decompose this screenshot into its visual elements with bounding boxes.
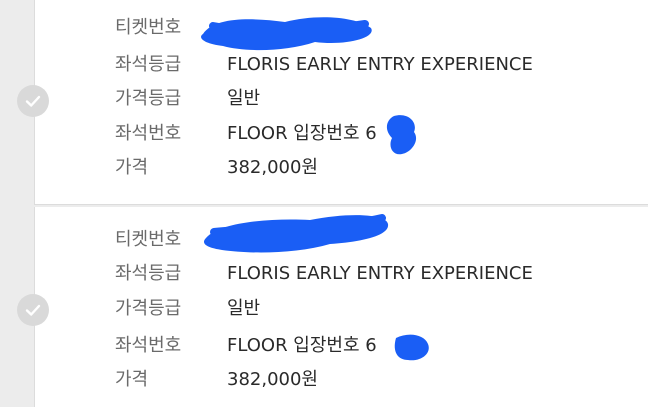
seat-number-label: 좌석번호 <box>115 335 182 356</box>
price-grade-label: 가격등급 <box>115 298 182 319</box>
price-value: 382,000원 <box>227 157 318 178</box>
check-icon <box>25 95 41 107</box>
price-grade-value: 일반 <box>227 88 261 109</box>
ticket-select-checkbox[interactable] <box>17 294 49 326</box>
seat-grade-label: 좌석등급 <box>115 263 182 284</box>
redaction-mark <box>394 334 429 361</box>
price-value: 382,000원 <box>227 369 318 390</box>
seat-grade-value: FLORIS EARLY ENTRY EXPERIENCE <box>227 263 533 284</box>
price-label: 가격 <box>115 157 149 178</box>
seat-number-value: FLOOR 입장번호 6 <box>227 335 377 356</box>
check-icon <box>25 304 41 316</box>
seat-number-label: 좌석번호 <box>115 123 182 144</box>
seat-grade-label: 좌석등급 <box>115 54 182 75</box>
ticket-select-checkbox[interactable] <box>17 85 49 117</box>
ticket-number-label: 티켓번호 <box>115 229 182 250</box>
seat-number-value: FLOOR 입장번호 6 <box>227 123 377 144</box>
redaction-mark <box>203 214 389 253</box>
redaction-mark <box>201 17 372 51</box>
price-grade-label: 가격등급 <box>115 88 182 109</box>
redaction-mark <box>386 115 417 155</box>
price-label: 가격 <box>115 369 149 390</box>
ticket-number-label: 티켓번호 <box>115 17 182 38</box>
price-grade-value: 일반 <box>227 298 261 319</box>
